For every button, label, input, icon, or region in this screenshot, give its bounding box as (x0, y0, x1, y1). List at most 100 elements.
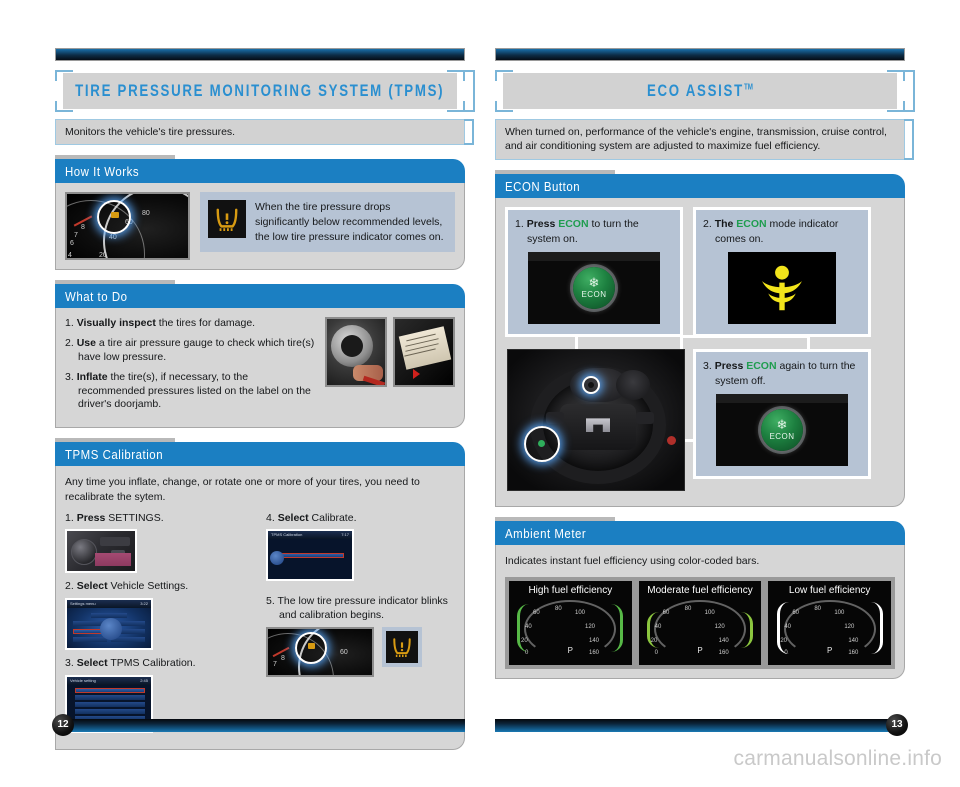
section-body: 1. Visually inspect the tires for damage… (55, 308, 465, 429)
section-heading: What to Do (55, 284, 465, 309)
bracket-bottom-right (887, 101, 905, 112)
econ-button-photo: ❄ ECON (716, 393, 848, 466)
econ-button[interactable]: ❄ ECON (761, 408, 803, 451)
section-heading: How It Works (55, 159, 465, 184)
leaf-icon: ❄ (776, 417, 788, 433)
page-number-left: 12 (52, 714, 74, 736)
econ-highlight: ECON (736, 218, 767, 231)
bracket-top-right (447, 70, 465, 81)
page-title-text: ECO ASSIST (646, 81, 744, 100)
page-number-right: 13 (886, 714, 908, 736)
econ-highlight: ECON (558, 218, 589, 231)
econ-button-photo: ❄ ECON (528, 251, 660, 324)
step-number: 3. (65, 370, 74, 383)
trademark-mark: TM (743, 82, 754, 92)
bracket-right-extension (905, 70, 915, 112)
bracket-top-left (495, 70, 513, 81)
step-text: the tire(s), if necessary, to the recomm… (78, 370, 311, 411)
step-text: the tires for damage. (155, 317, 256, 330)
left-bottom-rule (55, 719, 465, 732)
step-bold: Inflate (76, 370, 108, 383)
section-what-to-do: What to Do 1. Visually inspect the tires… (55, 280, 465, 429)
step-number: 3. (703, 360, 712, 373)
step-bold: Press (526, 218, 556, 231)
step-text: a tire air pressure gauge to check which… (78, 337, 315, 363)
step-bold: Use (76, 337, 96, 350)
bracket-bottom-left (495, 101, 513, 112)
calibration-step: 1. Press SETTINGS. (65, 512, 254, 574)
step-bold: Select (277, 511, 309, 524)
section-body: 1. Press ECON to turn the system on. ❄ E… (495, 198, 905, 508)
screen-title: Settings menu (70, 600, 96, 606)
section-heading-text: Ambient Meter (505, 525, 587, 541)
subtitle-text: When turned on, performance of the vehic… (505, 126, 887, 153)
econ-step-card: 1. Press ECON to turn the system on. ❄ E… (505, 207, 683, 338)
step-bold: Select (76, 656, 108, 669)
left-title-block: TIRE PRESSURE MONITORING SYSTEM (TPMS) (55, 70, 475, 116)
screen-title: Vehicle setting (70, 677, 96, 683)
section-heading-text: ECON Button (505, 178, 581, 194)
calibration-step: 2. Select Vehicle Settings. Settings men… (65, 580, 254, 650)
left-subtitle-strip: Monitors the vehicle's tire pressures. (55, 119, 474, 146)
step-bold: Press (76, 511, 106, 524)
econ-highlight: ECON (746, 360, 777, 373)
screen-clock: 3:22 (140, 600, 148, 606)
subtitle-text: Monitors the vehicle's tire pressures. (65, 126, 236, 138)
section-econ-button: ECON Button 1. Press ECON to turn the sy… (495, 170, 905, 508)
screen-title: TPMS Calibration (271, 532, 303, 538)
econ-button[interactable]: ❄ ECON (573, 266, 615, 309)
section-heading: ECON Button (495, 174, 905, 199)
gauge-artwork: P 60 80 100 40 120 20 140 0 160 (641, 598, 760, 660)
section-body: 80 60 40 20 8 7 6 4 When the tire pressu… (55, 183, 465, 271)
calibration-steps-right: 4. Select Calibrate. TPMS Calibration 7:… (266, 512, 455, 740)
what-to-do-images (325, 317, 455, 418)
meter-label: Moderate fuel efficiency (647, 584, 753, 596)
step-bold: The (714, 218, 734, 231)
section-ambient-meter: Ambient Meter Indicates instant fuel eff… (495, 517, 905, 679)
settings-knob-photo (65, 529, 137, 574)
card-caption: 1. Press ECON to turn the system on. (515, 217, 673, 245)
econ-button-label: ECON (769, 432, 795, 442)
steering-wheel-photo (507, 349, 685, 492)
doorjamb-label-photo (393, 317, 455, 388)
ambient-meter-cell: Low fuel efficiency P 60 80 100 40 120 2… (768, 580, 892, 665)
settings-menu-screen: Settings menu 3:22 (65, 597, 153, 650)
step-number: 1. (65, 511, 74, 524)
econ-step-card: 2. The ECON mode indicator comes on. (693, 207, 871, 338)
section-body: Any time you inflate, change, or rotate … (55, 466, 465, 750)
leaf-icon: ❄ (588, 275, 600, 291)
calibration-step: 4. Select Calibrate. TPMS Calibration 7:… (266, 512, 455, 582)
step-number: 1. (65, 317, 74, 330)
step-number: 4. (266, 511, 275, 524)
step-bold: Visually inspect (76, 317, 156, 330)
step-text: Vehicle Settings. (107, 580, 189, 593)
manual-spread: TIRE PRESSURE MONITORING SYSTEM (TPMS) M… (0, 0, 960, 787)
bracket-bottom-left (55, 101, 73, 112)
low-tire-pressure-indicator-icon (208, 200, 246, 239)
step-text: Calibrate. (308, 511, 357, 524)
watermark: carmanualsonline.info (733, 747, 942, 770)
screen-clock: 2:45 (140, 677, 148, 683)
right-page-title-box: ECO ASSISTTM (503, 73, 897, 109)
cluster-blinking-photo: 60 8 7 (266, 626, 374, 677)
gauge-artwork: P 60 80 100 40 120 20 140 0 160 (770, 598, 889, 660)
section-tpms-calibration: TPMS Calibration Any time you inflate, c… (55, 438, 465, 750)
card-caption: 2. The ECON mode indicator comes on. (703, 217, 861, 245)
calibration-step: 5. The low tire pressure indicator blink… (266, 595, 455, 677)
list-item: 3. Inflate the tire(s), if necessary, to… (65, 371, 315, 413)
subtitle-bracket-extension (904, 119, 914, 161)
section-heading: Ambient Meter (495, 521, 905, 546)
section-heading-text: How It Works (65, 163, 140, 179)
step-number: 2. (65, 580, 74, 593)
step-number: 2. (65, 337, 74, 350)
list-item: 2. Use a tire air pressure gauge to chec… (65, 337, 315, 365)
tire-inflation-photo (325, 317, 387, 388)
step-text: The low tire pressure indicator blinks a… (277, 595, 448, 621)
section-heading: TPMS Calibration (55, 442, 465, 467)
section-body: Indicates instant fuel efficiency using … (495, 545, 905, 679)
step-number: 3. (65, 656, 74, 669)
subtitle-bracket-extension (464, 119, 474, 146)
step-number: 1. (515, 218, 524, 231)
connector-line (807, 335, 810, 350)
calibration-steps-left: 1. Press SETTINGS. 2. Select Vehicle Set… (65, 512, 254, 740)
